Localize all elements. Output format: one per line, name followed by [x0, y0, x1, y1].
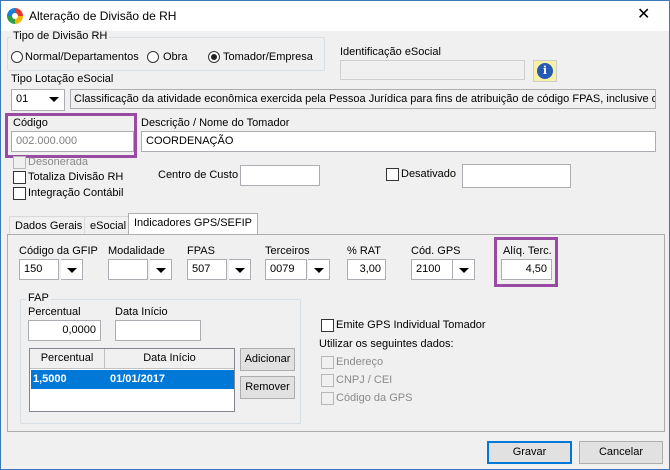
- info-button[interactable]: i: [533, 60, 557, 82]
- tab-dados-gerais[interactable]: Dados Gerais: [9, 216, 89, 236]
- terceiros-label: Terceiros: [265, 245, 310, 257]
- radio-tomador-label[interactable]: Tomador/Empresa: [223, 51, 313, 63]
- desativado-label[interactable]: Desativado: [401, 168, 456, 180]
- utilizar-label: Utilizar os seguintes dados:: [319, 338, 454, 350]
- integracao-label[interactable]: Integração Contábil: [28, 187, 123, 199]
- modalidade-dropdown[interactable]: [150, 259, 172, 280]
- fap-title: FAP: [26, 292, 51, 304]
- row-percentual: 1,5000: [33, 373, 67, 385]
- fap-data-inicio-label: Data Início: [115, 306, 168, 318]
- adicionar-button[interactable]: Adicionar: [240, 348, 295, 371]
- cnpj-cei-label: CNPJ / CEI: [336, 374, 393, 386]
- terceiros-dropdown[interactable]: [308, 259, 330, 280]
- identificacao-label: Identificação eSocial: [340, 46, 441, 58]
- dialog-window: Alteração de Divisão de RH ✕ Tipo de Div…: [0, 0, 670, 470]
- codigo-gfip-label: Código da GFIP: [19, 245, 98, 257]
- fpas-dropdown[interactable]: [229, 259, 251, 280]
- fap-col-data-inicio[interactable]: Data Início: [105, 349, 234, 369]
- endereco-checkbox[interactable]: [321, 356, 334, 369]
- totaliza-label[interactable]: Totaliza Divisão RH: [28, 171, 123, 183]
- fpas-field[interactable]: 507: [187, 259, 227, 280]
- endereco-label: Endereço: [336, 356, 384, 368]
- codigo-gps-checkbox[interactable]: [321, 392, 334, 405]
- centro-custo-field[interactable]: [240, 165, 320, 186]
- fap-percentual-label: Percentual: [28, 306, 81, 318]
- emite-gps-label[interactable]: Emite GPS Individual Tomador: [336, 319, 486, 331]
- cod-gps-field[interactable]: 2100: [411, 259, 453, 280]
- radio-tomador[interactable]: [208, 51, 220, 63]
- integracao-checkbox[interactable]: [13, 187, 26, 200]
- radio-normal-label[interactable]: Normal/Departamentos: [25, 51, 139, 63]
- totaliza-checkbox[interactable]: [13, 171, 26, 184]
- codigo-gfip-field[interactable]: 150: [19, 259, 59, 280]
- app-logo-icon: [7, 8, 23, 24]
- cod-gps-label: Cód. GPS: [411, 245, 461, 257]
- descricao-label: Descrição / Nome do Tomador: [141, 117, 290, 129]
- tipo-divisao-label: Tipo de Divisão RH: [11, 30, 110, 42]
- modalidade-field[interactable]: [108, 259, 148, 280]
- codigo-gps-label: Código da GPS: [336, 392, 413, 404]
- title-bar: Alteração de Divisão de RH ✕: [1, 1, 669, 31]
- remover-button[interactable]: Remover: [240, 376, 295, 399]
- codigo-highlight: [5, 113, 137, 158]
- desonerada-checkbox[interactable]: [13, 156, 26, 169]
- cnpj-cei-checkbox[interactable]: [321, 374, 334, 387]
- modalidade-label: Modalidade: [108, 245, 165, 257]
- lotacao-label: Tipo Lotação eSocial: [11, 73, 114, 85]
- fap-col-percentual[interactable]: Percentual: [30, 349, 105, 369]
- fap-percentual-field[interactable]: 0,0000: [28, 320, 101, 341]
- lotacao-dropdown[interactable]: [43, 89, 65, 111]
- info-icon: i: [537, 63, 553, 79]
- identificacao-field[interactable]: [340, 60, 525, 80]
- desativado-field[interactable]: [462, 164, 571, 188]
- fpas-label: FPAS: [187, 245, 215, 257]
- desativado-checkbox[interactable]: [386, 168, 399, 181]
- tab-esocial[interactable]: eSocial: [84, 216, 133, 236]
- desonerada-label: Desonerada: [28, 156, 88, 168]
- radio-obra[interactable]: [147, 51, 159, 63]
- table-row[interactable]: 1,5000 01/01/2017: [31, 370, 234, 389]
- window-title: Alteração de Divisão de RH: [29, 9, 177, 23]
- fap-data-inicio-field[interactable]: [115, 320, 201, 341]
- lotacao-description: Classificação da atividade econômica exe…: [70, 89, 656, 109]
- close-icon[interactable]: ✕: [637, 5, 650, 25]
- codigo-gfip-dropdown[interactable]: [61, 259, 83, 280]
- radio-normal[interactable]: [11, 51, 23, 63]
- terceiros-field[interactable]: 0079: [265, 259, 307, 280]
- cancelar-button[interactable]: Cancelar: [579, 441, 663, 464]
- cod-gps-dropdown[interactable]: [453, 259, 475, 280]
- centro-custo-label: Centro de Custo: [158, 169, 239, 181]
- tab-indicadores[interactable]: Indicadores GPS/SEFIP: [128, 213, 258, 236]
- row-data-inicio: 01/01/2017: [110, 373, 166, 385]
- aliq-terc-highlight: [494, 237, 558, 287]
- rat-field[interactable]: 3,00: [347, 259, 386, 280]
- fap-table: Percentual Data Início 1,5000 01/01/2017: [29, 348, 235, 412]
- emite-gps-checkbox[interactable]: [321, 319, 334, 332]
- radio-obra-label[interactable]: Obra: [163, 51, 187, 63]
- descricao-field[interactable]: COORDENAÇÃO: [141, 131, 656, 152]
- rat-label: % RAT: [347, 245, 382, 257]
- gravar-button[interactable]: Gravar: [487, 441, 572, 464]
